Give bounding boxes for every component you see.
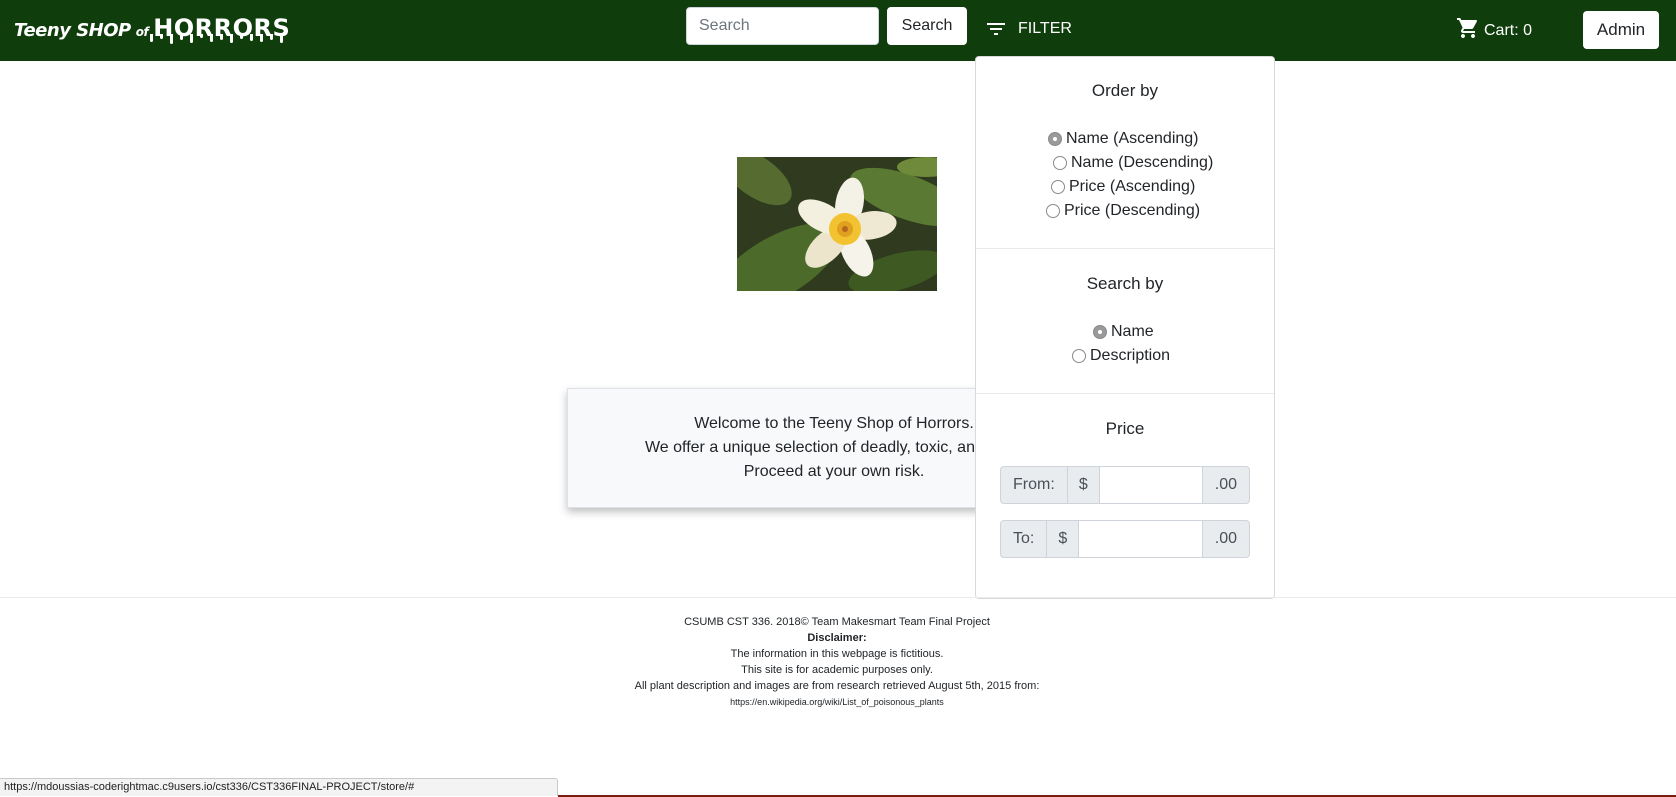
featured-plant-image — [737, 157, 937, 291]
footer-divider — [0, 597, 1676, 598]
footer-source-link[interactable]: https://en.wikipedia.org/wiki/List_of_po… — [537, 694, 1137, 710]
order-by-section: Order by — [976, 81, 1274, 101]
price-title: Price — [1105, 419, 1145, 438]
browser-status-url: https://mdoussias-coderightmac.c9users.i… — [0, 778, 558, 796]
cart-link[interactable]: Cart: 0 — [1456, 16, 1532, 45]
search-by-name-radio[interactable] — [1093, 325, 1107, 339]
order-price-asc-radio[interactable] — [1051, 180, 1065, 194]
footer-disclaimer-fictitious: The information in this webpage is ficti… — [730, 648, 944, 660]
order-price-asc-label: Price (Ascending) — [1069, 178, 1196, 195]
order-name-desc-option[interactable]: Name (Descending) — [1053, 154, 1213, 172]
order-name-asc-label: Name (Ascending) — [1066, 130, 1199, 147]
brand-part-of: of — [135, 25, 149, 39]
navbar: Teeny SHOP of HORRORS Search FILTER Cart… — [0, 0, 1676, 61]
order-price-desc-label: Price (Descending) — [1064, 202, 1201, 219]
order-price-desc-radio[interactable] — [1046, 204, 1060, 218]
footer-disclaimer-heading: Disclaimer: — [807, 632, 867, 644]
price-from-currency: $ — [1067, 466, 1100, 504]
filter-label: FILTER — [1018, 20, 1072, 37]
order-name-desc-label: Name (Descending) — [1071, 154, 1214, 171]
filter-divider — [976, 393, 1274, 394]
price-to-suffix: .00 — [1202, 520, 1250, 558]
order-name-asc-radio[interactable] — [1048, 132, 1062, 146]
filter-dropdown-menu: Order by Name (Ascending) Name (Descendi… — [975, 56, 1275, 599]
order-name-asc-option[interactable]: Name (Ascending) — [1048, 130, 1199, 148]
footer: CSUMB CST 336. 2018© Team Makesmart Team… — [537, 614, 1137, 710]
price-to-group: To: $ .00 — [1000, 520, 1250, 558]
shopping-cart-icon — [1456, 16, 1480, 45]
search-by-section: Search by — [976, 274, 1274, 294]
order-price-asc-option[interactable]: Price (Ascending) — [1051, 178, 1195, 196]
search-by-description-label: Description — [1090, 347, 1171, 364]
price-from-input[interactable] — [1099, 466, 1203, 504]
welcome-card: Welcome to the Teeny Shop of Horrors. We… — [567, 388, 997, 508]
search-by-title: Search by — [1086, 274, 1164, 293]
footer-sources-note: All plant description and images are fro… — [634, 680, 1040, 692]
admin-button[interactable]: Admin — [1583, 11, 1659, 49]
welcome-line-1: Welcome to the Teeny Shop of Horrors. — [694, 415, 974, 432]
search-by-name-label: Name — [1111, 323, 1154, 340]
search-input[interactable] — [686, 7, 879, 45]
search-by-description-option[interactable]: Description — [1072, 347, 1170, 365]
price-from-label: From: — [1000, 466, 1068, 504]
order-by-title: Order by — [1091, 81, 1159, 100]
price-to-label: To: — [1000, 520, 1048, 558]
filter-divider — [976, 248, 1274, 249]
footer-disclaimer-academic: This site is for academic purposes only. — [741, 664, 933, 676]
price-section: Price — [976, 419, 1274, 439]
order-name-desc-radio[interactable] — [1053, 156, 1067, 170]
cart-label: Cart: 0 — [1484, 21, 1533, 39]
welcome-line-3: Proceed at your own risk. — [743, 463, 925, 480]
order-price-desc-option[interactable]: Price (Descending) — [1046, 202, 1200, 220]
filter-toggle[interactable]: FILTER — [984, 14, 1072, 44]
price-to-input[interactable] — [1079, 520, 1203, 558]
search-button[interactable]: Search — [887, 7, 967, 45]
filter-list-icon — [984, 17, 1008, 41]
search-by-name-option[interactable]: Name — [1093, 323, 1154, 341]
welcome-line-2: We offer a unique selection of deadly, t… — [644, 439, 997, 456]
search-by-description-radio[interactable] — [1072, 349, 1086, 363]
price-to-currency: $ — [1047, 520, 1080, 558]
price-from-group: From: $ .00 — [1000, 466, 1250, 504]
brand-part-teeny-shop: Teeny SHOP — [14, 20, 131, 41]
brand-drip-decoration — [150, 34, 283, 44]
price-from-suffix: .00 — [1202, 466, 1250, 504]
footer-credits: CSUMB CST 336. 2018© Team Makesmart Team… — [684, 616, 990, 628]
